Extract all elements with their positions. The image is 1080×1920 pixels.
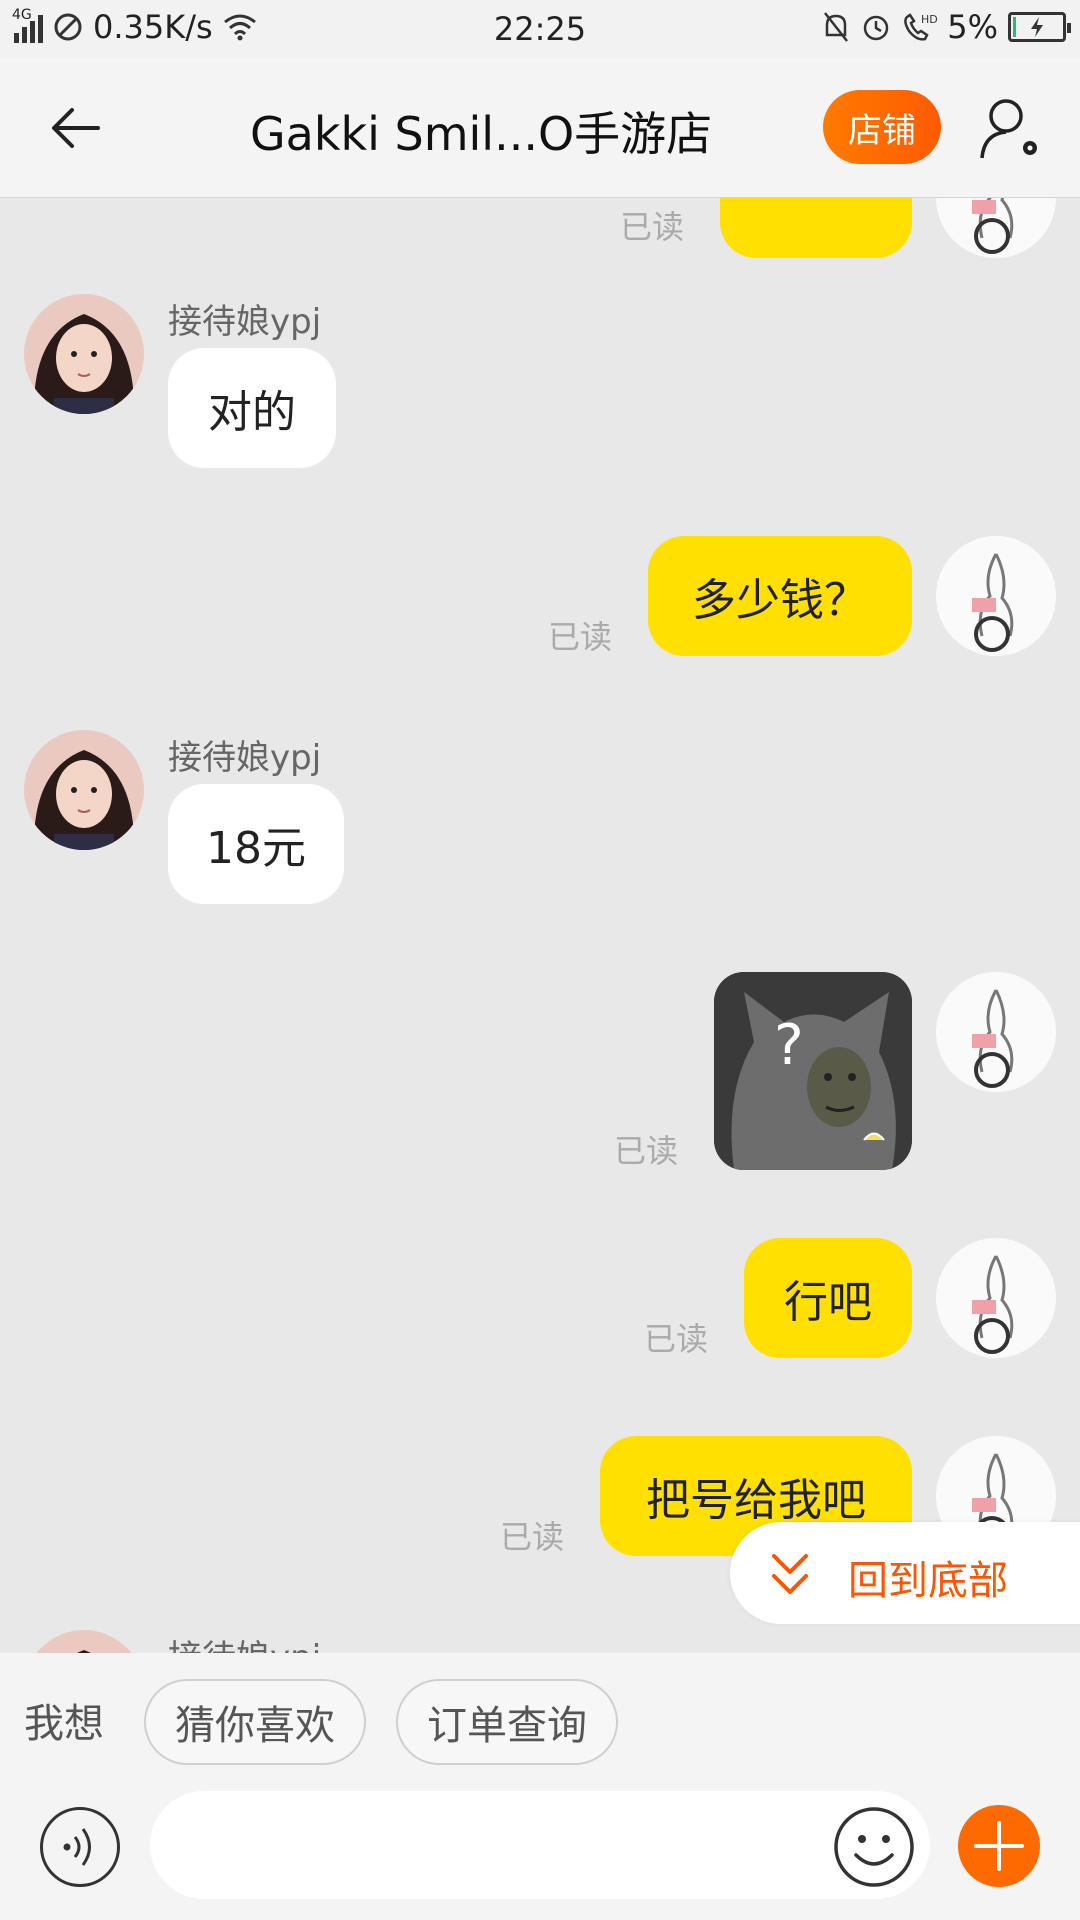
suggestion-label: 我想 (24, 1701, 104, 1747)
voice-button[interactable] (40, 1807, 120, 1887)
message-bubble[interactable]: 多少钱？ (648, 536, 912, 656)
suggestion-bar: 我想 猜你喜欢 订单查询 (0, 1653, 1080, 1773)
message-bubble[interactable]: 18元 (168, 784, 344, 904)
back-to-bottom-label: 回到底部 (848, 1558, 1008, 1604)
sender-name: 接待娘ypj (168, 1630, 321, 1653)
battery-percent: 5% (947, 8, 998, 46)
battery-icon (1008, 12, 1071, 42)
back-arrow-icon[interactable] (48, 100, 104, 156)
message-bubble[interactable] (720, 198, 912, 258)
back-to-bottom-button[interactable]: 回到底部 (730, 1522, 1080, 1624)
svg-text:?: ? (774, 1013, 804, 1078)
agent-avatar[interactable] (24, 294, 144, 414)
read-status: 已读 (644, 1320, 709, 1358)
more-button[interactable] (958, 1805, 1040, 1887)
voice-icon (63, 1828, 91, 1866)
sender-name: 接待娘ypj (168, 738, 322, 778)
chip-order-query[interactable]: 订单查询 (396, 1679, 618, 1765)
message-bubble[interactable]: 对的 (168, 348, 336, 468)
input-bar (0, 1773, 1080, 1920)
svg-text:HD: HD (921, 13, 937, 26)
double-chevron-down-icon (772, 1554, 808, 1594)
alarm-icon (863, 15, 889, 41)
chip-guess-you-like[interactable]: 猜你喜欢 (144, 1679, 366, 1765)
my-avatar[interactable] (936, 536, 1056, 656)
message-bubble[interactable]: 行吧 (744, 1238, 912, 1358)
sticker-image[interactable]: ? (714, 972, 912, 1170)
user-settings-icon[interactable] (978, 96, 1044, 162)
agent-avatar[interactable] (24, 730, 144, 850)
hd-call-icon: HD (904, 13, 937, 41)
shop-button[interactable]: 店铺 (823, 90, 941, 164)
read-status: 已读 (548, 618, 613, 656)
plus-icon (974, 1821, 1024, 1871)
read-status: 已读 (500, 1518, 565, 1556)
chat-header: Gakki Smil...O手游店 店铺 (0, 58, 1080, 198)
chat-title: Gakki Smil...O手游店 (250, 107, 713, 161)
confused-meme-icon: ? (714, 972, 912, 1170)
mute-bell-icon (824, 12, 849, 42)
sender-name: 接待娘ypj (168, 302, 322, 342)
my-avatar[interactable] (936, 972, 1056, 1092)
read-status: 已读 (620, 208, 685, 246)
emoji-icon[interactable] (832, 1805, 916, 1889)
my-avatar[interactable] (936, 198, 1056, 258)
my-avatar[interactable] (936, 1238, 1056, 1358)
read-status: 已读 (614, 1132, 679, 1170)
chat-area[interactable]: 已读 接待娘ypj 对的 已读 多少钱？ 接待娘ypj 18元 已读 ? 已读 … (0, 198, 1080, 1653)
agent-avatar[interactable] (24, 1630, 144, 1653)
status-bar: 4G 0.35K/s 22:25 HD 5% (0, 0, 1080, 58)
message-input[interactable] (150, 1791, 930, 1899)
